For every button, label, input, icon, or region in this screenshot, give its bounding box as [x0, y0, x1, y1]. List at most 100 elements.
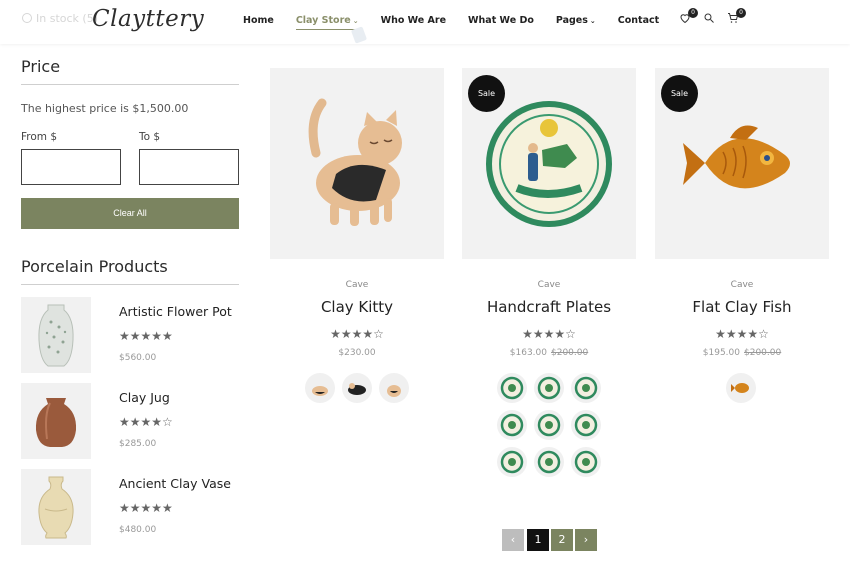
variant-swatch[interactable]	[305, 373, 335, 403]
plate-swatch-image	[500, 376, 524, 400]
divider	[21, 84, 239, 85]
sidebar-product-artistic-flower-pot[interactable]: Artistic Flower Pot ★★★★★ $560.00	[21, 297, 241, 375]
variant-swatch[interactable]	[497, 410, 527, 440]
product-thumbnail[interactable]	[21, 297, 91, 373]
product-thumbnail[interactable]	[21, 383, 91, 459]
variant-swatch[interactable]	[571, 447, 601, 477]
variant-swatch[interactable]	[534, 410, 564, 440]
rating-stars: ★★★★☆	[119, 415, 173, 429]
variant-swatch[interactable]	[534, 373, 564, 403]
sidebar-product-name[interactable]: Ancient Clay Vase	[119, 476, 231, 491]
header-actions: 0 0	[678, 8, 750, 26]
sidebar-product-price: $560.00	[119, 353, 157, 363]
porcelain-section-title: Porcelain Products	[21, 257, 168, 276]
product-price: $230.00	[270, 348, 444, 358]
product-category[interactable]: Cave	[462, 280, 636, 290]
old-price: $200.00	[744, 348, 782, 358]
variant-swatch[interactable]	[342, 373, 372, 403]
price-from-label: From $	[21, 131, 58, 143]
rating-stars: ★★★★★	[119, 501, 173, 515]
nav-pages[interactable]: Pages ⌄	[556, 15, 596, 30]
nav-pages-label: Pages	[555, 15, 588, 26]
rating-stars: ★★★★☆	[715, 327, 769, 341]
plate-swatch-image	[574, 376, 598, 400]
chevron-down-icon: ⌄	[352, 17, 359, 25]
price-to-input[interactable]	[139, 149, 239, 185]
plate-swatch-image	[537, 413, 561, 437]
variant-swatch[interactable]	[497, 373, 527, 403]
wishlist-button[interactable]: 0	[678, 8, 698, 26]
product-category[interactable]: Cave	[655, 280, 829, 290]
pagination-page-1[interactable]: 1	[527, 529, 549, 551]
cart-count-badge: 0	[736, 8, 746, 18]
sidebar-product-ancient-clay-vase[interactable]: Ancient Clay Vase ★★★★★ $480.00	[21, 469, 241, 547]
nav-contact[interactable]: Contact	[618, 15, 659, 30]
highest-price-note: The highest price is $1,500.00	[21, 102, 189, 115]
sidebar-product-price: $480.00	[119, 525, 157, 535]
price-from-input[interactable]	[21, 149, 121, 185]
nav-home-label: Home	[243, 15, 274, 26]
plate-swatch-image	[500, 450, 524, 474]
pagination-prev-button[interactable]: ‹	[502, 529, 524, 551]
variant-swatch[interactable]	[571, 373, 601, 403]
site-header: In stock (5) Clayttery Home Clay Store ⌄ …	[0, 0, 850, 44]
nav-what-we-do[interactable]: What We Do	[468, 15, 534, 30]
search-button[interactable]	[702, 12, 716, 26]
nav-home[interactable]: Home	[243, 15, 274, 30]
product-name[interactable]: Handcraft Plates	[462, 298, 636, 316]
in-stock-filter-ghost: In stock (5)	[22, 12, 98, 25]
variant-swatch[interactable]	[534, 447, 564, 477]
kitty-swatch-image	[312, 386, 328, 396]
cart-button[interactable]: 0	[726, 8, 746, 26]
wishlist-count-badge: 0	[688, 8, 698, 18]
sidebar-product-price: $285.00	[119, 439, 157, 449]
clear-all-button[interactable]: Clear All	[21, 198, 239, 229]
nav-contact-label: Contact	[617, 15, 660, 26]
variant-swatch[interactable]	[726, 373, 756, 403]
plate-swatch-image	[500, 413, 524, 437]
plate-swatch-image	[574, 413, 598, 437]
plate-swatch-image	[537, 376, 561, 400]
pagination-page-2[interactable]: 2	[551, 529, 573, 551]
clay-kitty-image	[308, 98, 402, 226]
plate-swatch-image	[537, 450, 561, 474]
nav-who-we-are[interactable]: Who We Are	[381, 15, 446, 30]
clay-jug-image	[35, 398, 77, 447]
current-price: $163.00	[509, 348, 547, 358]
product-category[interactable]: Cave	[270, 280, 444, 290]
flower-pot-image	[38, 304, 74, 367]
rating-stars: ★★★★★	[119, 329, 173, 343]
product-image-clay-kitty[interactable]	[270, 68, 444, 259]
sidebar-product-name[interactable]: Clay Jug	[119, 390, 170, 405]
sale-badge: Sale	[468, 75, 505, 112]
sale-badge: Sale	[661, 75, 698, 112]
variant-swatch[interactable]	[379, 373, 409, 403]
kitty-swatch-image	[348, 383, 366, 395]
sidebar-product-clay-jug[interactable]: Clay Jug ★★★★☆ $285.00	[21, 383, 241, 461]
price-filter-title: Price	[21, 57, 61, 76]
in-stock-label: In stock (5)	[36, 12, 98, 25]
product-name[interactable]: Flat Clay Fish	[655, 298, 829, 316]
product-thumbnail[interactable]	[21, 469, 91, 545]
sidebar-product-name[interactable]: Artistic Flower Pot	[119, 304, 232, 319]
variant-swatch[interactable]	[497, 447, 527, 477]
main-nav: Home Clay Store ⌄ Who We Are What We Do P…	[243, 15, 681, 30]
product-price: $195.00 $200.00	[655, 348, 829, 358]
search-icon	[704, 13, 714, 23]
plate-swatch-image	[574, 450, 598, 474]
product-name[interactable]: Clay Kitty	[270, 298, 444, 316]
old-price: $200.00	[551, 348, 589, 358]
divider	[21, 284, 239, 285]
radio-icon	[22, 13, 32, 23]
product-image-handcraft-plates[interactable]: Sale	[462, 68, 636, 259]
pagination-next-button[interactable]: ›	[575, 529, 597, 551]
variant-swatch[interactable]	[571, 410, 601, 440]
current-price: $230.00	[338, 348, 376, 358]
nav-clay-store[interactable]: Clay Store ⌄	[295, 15, 359, 30]
product-image-flat-clay-fish[interactable]: Sale	[655, 68, 829, 259]
rating-stars: ★★★★☆	[330, 327, 384, 341]
nav-who-we-are-label: Who We Are	[380, 15, 447, 26]
nav-what-we-do-label: What We Do	[468, 15, 534, 26]
site-logo[interactable]: Clayttery	[92, 6, 204, 32]
product-price: $163.00 $200.00	[462, 348, 636, 358]
